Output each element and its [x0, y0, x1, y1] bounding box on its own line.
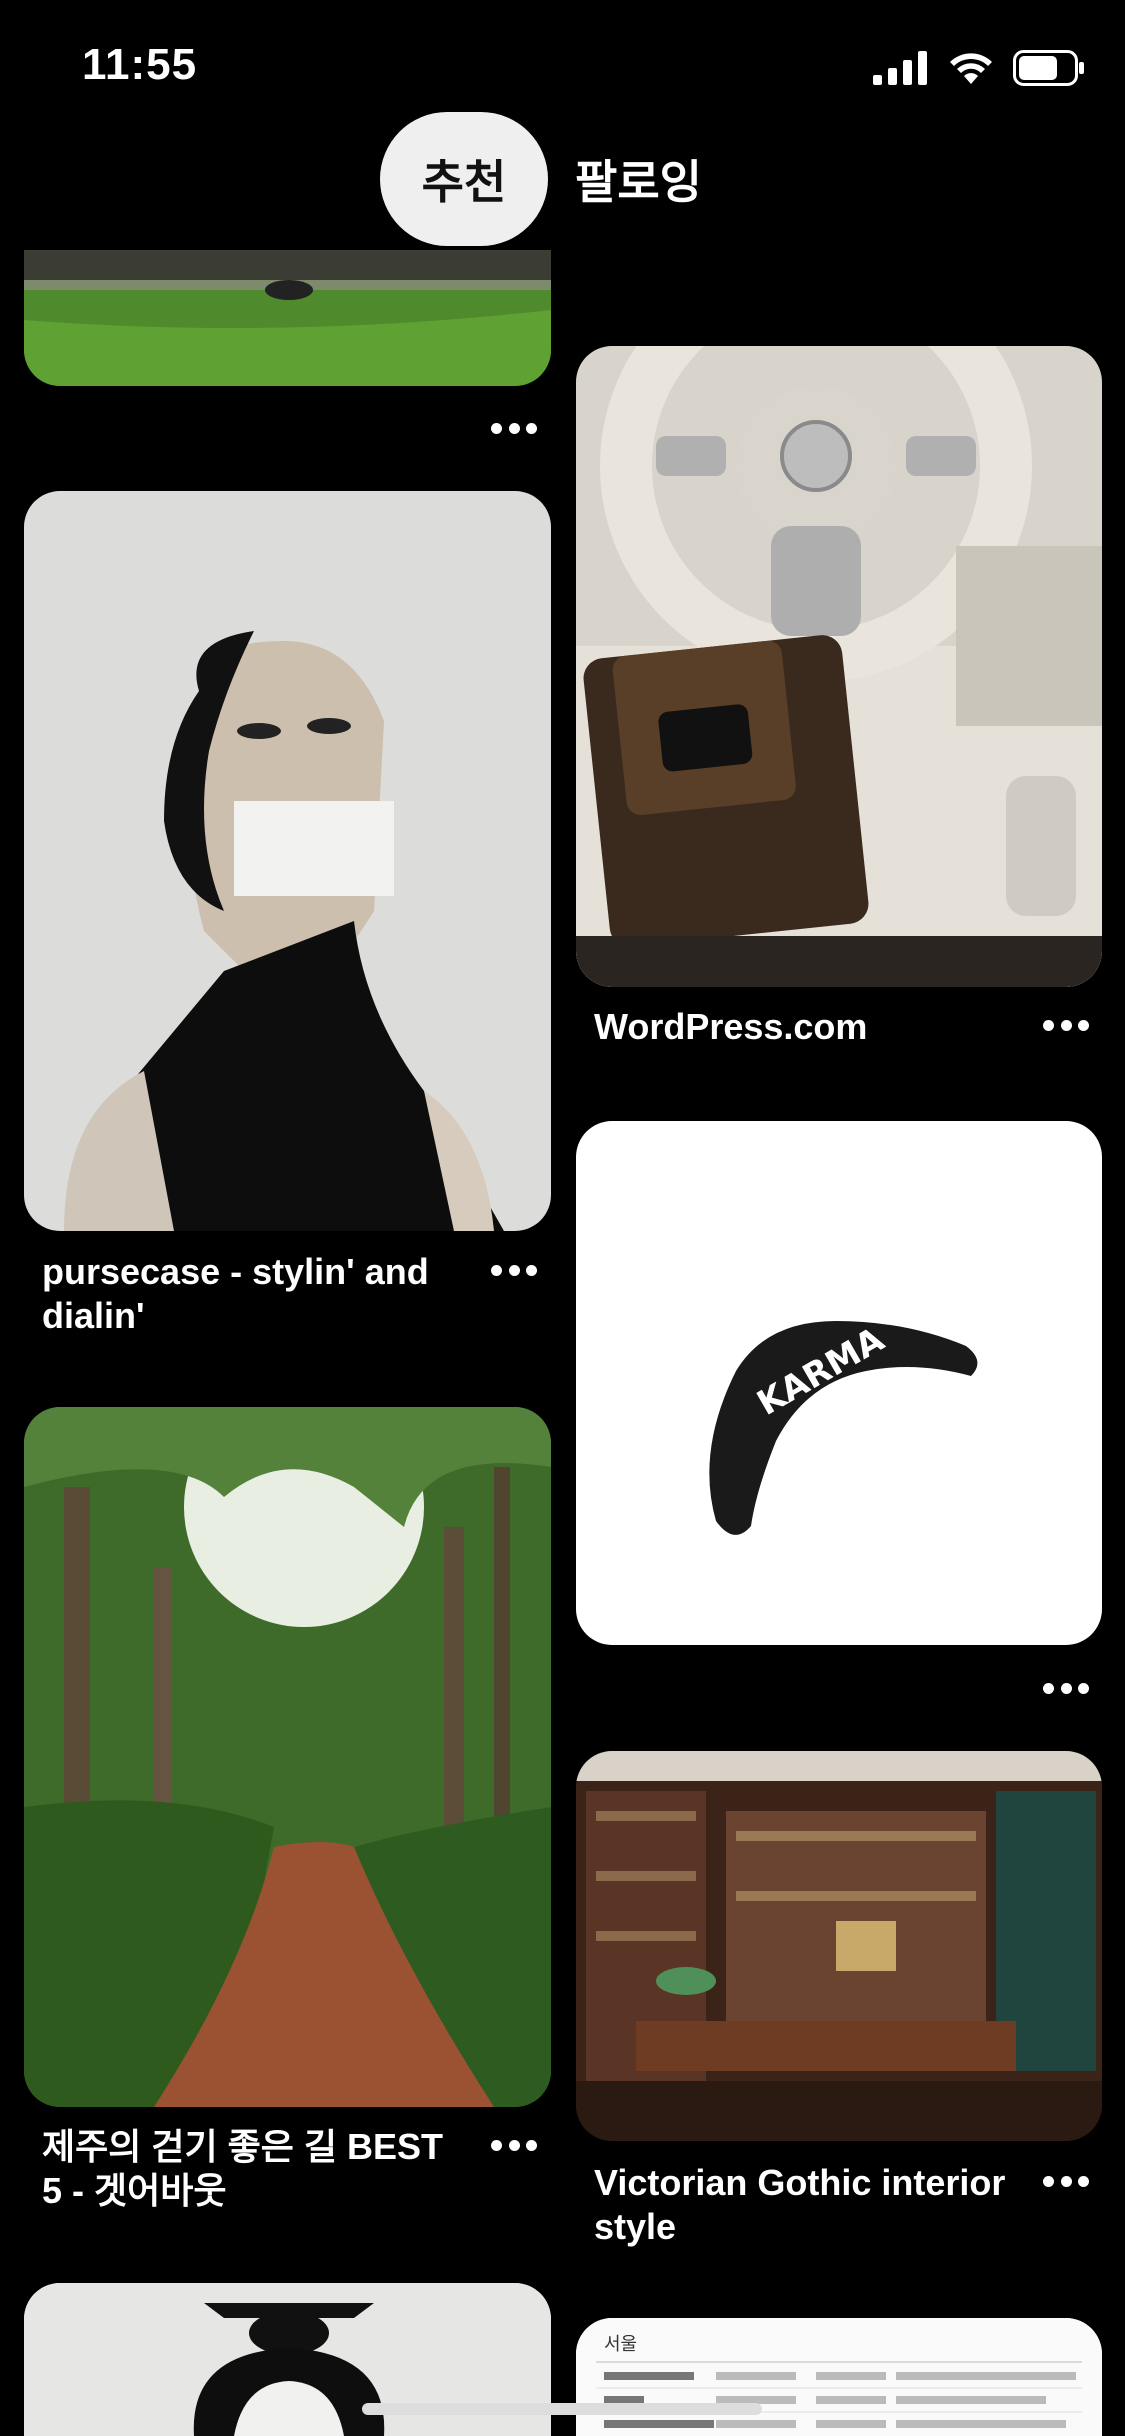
pin-image-car-interior[interactable]: [576, 346, 1102, 987]
table-title-text: 서울: [604, 2334, 637, 2355]
pin-5-caption[interactable]: 제주의 걷기 좋은 길 BEST 5 - 겟어바웃: [42, 2125, 472, 2213]
pin-4-more-icon[interactable]: [1043, 1683, 1089, 1697]
tab-following[interactable]: 팔로잉: [575, 112, 702, 246]
status-time: 11:55: [82, 40, 198, 89]
pin-6-caption[interactable]: Victorian Gothic interior style: [594, 2161, 1034, 2249]
battery-icon: [1013, 50, 1084, 86]
home-indicator[interactable]: [362, 2403, 762, 2415]
tab-recommended[interactable]: 추천: [380, 112, 548, 246]
pin-2-more-icon[interactable]: [1043, 1020, 1089, 1034]
pin-3-caption[interactable]: pursecase - stylin' and dialin': [42, 1250, 462, 1338]
pin-image-karma-boomerang[interactable]: KARMA: [576, 1121, 1102, 1645]
pin-6-more-icon[interactable]: [1043, 2176, 1089, 2190]
pin-image-korean-table[interactable]: 서울: [576, 2318, 1102, 2436]
pin-image-car-lawn[interactable]: [24, 250, 551, 386]
pin-3-more-icon[interactable]: [491, 1265, 537, 1279]
pin-5-more-icon[interactable]: [491, 2140, 537, 2154]
pin-image-victorian-library[interactable]: [576, 1751, 1102, 2141]
pin-image-bodypaint-portrait[interactable]: [24, 491, 551, 1231]
cellular-signal-icon: [873, 51, 927, 85]
pin-image-forest-path[interactable]: [24, 1407, 551, 2107]
wifi-icon: [950, 53, 992, 84]
status-bar: 11:55: [0, 0, 1125, 130]
status-icons: [873, 50, 1085, 86]
feed-tabs: 추천 팔로잉: [0, 112, 1125, 248]
pin-2-caption[interactable]: WordPress.com: [594, 1005, 1014, 1049]
pin-1-more-icon[interactable]: [491, 423, 537, 437]
